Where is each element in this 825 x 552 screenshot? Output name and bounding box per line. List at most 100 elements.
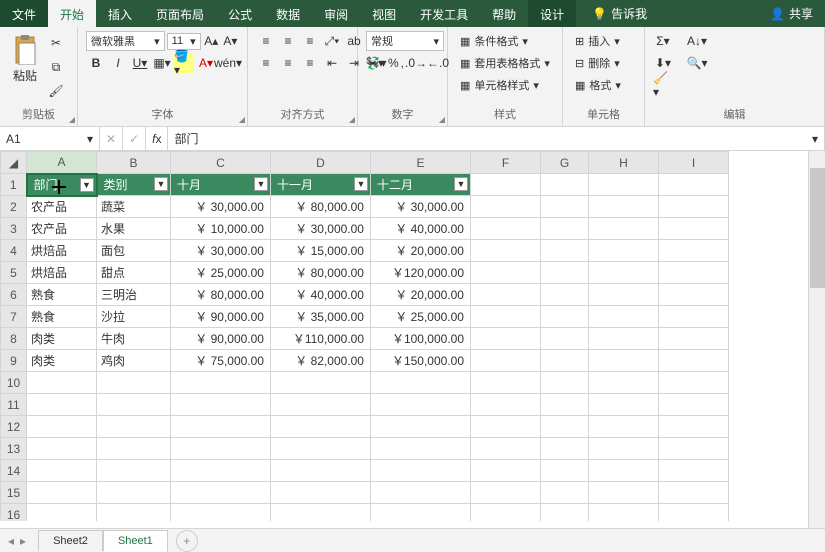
cell-G14[interactable] (541, 460, 589, 482)
decrease-indent-button[interactable]: ⇤ (322, 53, 342, 73)
cell-H13[interactable] (589, 438, 659, 460)
autosum-button[interactable]: Σ▾ (653, 31, 673, 51)
cell-A3[interactable]: 农产品 (27, 218, 97, 240)
sort-filter-button[interactable]: A↓▾ (683, 31, 711, 51)
cell-H15[interactable] (589, 482, 659, 504)
cell-A11[interactable] (27, 394, 97, 416)
cell-D7[interactable]: ￥ 35,000.00 (271, 306, 371, 328)
cell-C13[interactable] (171, 438, 271, 460)
cell-H6[interactable] (589, 284, 659, 306)
underline-button[interactable]: U▾ (130, 53, 150, 73)
cell-B1[interactable]: 类别▼ (97, 174, 171, 196)
cell-I13[interactable] (659, 438, 729, 460)
row-header-4[interactable]: 4 (1, 240, 27, 262)
cell-D6[interactable]: ￥ 40,000.00 (271, 284, 371, 306)
cell-H4[interactable] (589, 240, 659, 262)
sheet-nav[interactable]: ◂▸ (8, 534, 38, 548)
fill-button[interactable]: ⬇▾ (653, 53, 673, 73)
row-header-14[interactable]: 14 (1, 460, 27, 482)
cell-A13[interactable] (27, 438, 97, 460)
filter-dropdown-icon[interactable]: ▼ (454, 177, 468, 191)
cancel-formula-button[interactable]: ✕ (100, 127, 123, 150)
cell-I10[interactable] (659, 372, 729, 394)
cell-D4[interactable]: ￥ 15,000.00 (271, 240, 371, 262)
tab-file[interactable]: 文件 (0, 0, 48, 27)
cell-B3[interactable]: 水果 (97, 218, 171, 240)
cell-A14[interactable] (27, 460, 97, 482)
cell-B15[interactable] (97, 482, 171, 504)
align-middle-button[interactable]: ≡ (278, 31, 298, 51)
currency-button[interactable]: 💱▾ (366, 53, 386, 73)
cell-H10[interactable] (589, 372, 659, 394)
cell-A15[interactable] (27, 482, 97, 504)
decrease-font-button[interactable]: A▾ (222, 31, 239, 51)
cell-F8[interactable] (471, 328, 541, 350)
insert-function-button[interactable]: fx (146, 127, 168, 150)
increase-decimal-button[interactable]: .0→ (406, 53, 426, 73)
clear-button[interactable]: 🧹▾ (653, 75, 673, 95)
cell-I14[interactable] (659, 460, 729, 482)
cell-E6[interactable]: ￥ 20,000.00 (371, 284, 471, 306)
cell-F5[interactable] (471, 262, 541, 284)
col-header-D[interactable]: D (271, 152, 371, 174)
cell-E10[interactable] (371, 372, 471, 394)
comma-button[interactable]: , (401, 53, 404, 73)
cell-H8[interactable] (589, 328, 659, 350)
tab-page-layout[interactable]: 页面布局 (144, 0, 216, 27)
fill-color-button[interactable]: 🪣▾ (174, 53, 194, 73)
row-header-1[interactable]: 1 (1, 174, 27, 196)
col-header-E[interactable]: E (371, 152, 471, 174)
cell-I9[interactable] (659, 350, 729, 372)
align-top-button[interactable]: ≡ (256, 31, 276, 51)
row-header-16[interactable]: 16 (1, 504, 27, 522)
cell-C16[interactable] (171, 504, 271, 522)
cell-A1[interactable]: 部门▼ (27, 174, 97, 196)
row-header-15[interactable]: 15 (1, 482, 27, 504)
cell-E1[interactable]: 十二月▼ (371, 174, 471, 196)
cell-B4[interactable]: 面包 (97, 240, 171, 262)
italic-button[interactable]: I (108, 53, 128, 73)
cell-A16[interactable] (27, 504, 97, 522)
cell-H5[interactable] (589, 262, 659, 284)
cell-G6[interactable] (541, 284, 589, 306)
vertical-scrollbar[interactable] (808, 151, 825, 528)
enter-formula-button[interactable]: ✓ (123, 127, 146, 150)
tab-formulas[interactable]: 公式 (216, 0, 264, 27)
cell-E2[interactable]: ￥ 30,000.00 (371, 196, 471, 218)
increase-font-button[interactable]: A▴ (203, 31, 220, 51)
cell-C10[interactable] (171, 372, 271, 394)
row-header-5[interactable]: 5 (1, 262, 27, 284)
cell-G1[interactable] (541, 174, 589, 196)
number-format-select[interactable]: 常规▾ (366, 31, 444, 51)
name-box[interactable]: A1▾ (0, 127, 100, 150)
add-sheet-button[interactable]: + (176, 530, 198, 552)
cell-I3[interactable] (659, 218, 729, 240)
cell-B14[interactable] (97, 460, 171, 482)
cell-C8[interactable]: ￥ 90,000.00 (171, 328, 271, 350)
table-format-button[interactable]: ▦套用表格格式▾ (456, 53, 554, 73)
cell-C7[interactable]: ￥ 90,000.00 (171, 306, 271, 328)
cell-G9[interactable] (541, 350, 589, 372)
cell-I8[interactable] (659, 328, 729, 350)
col-header-I[interactable]: I (659, 152, 729, 174)
cell-G12[interactable] (541, 416, 589, 438)
cell-H7[interactable] (589, 306, 659, 328)
tab-home[interactable]: 开始 (48, 0, 96, 27)
copy-button[interactable]: ⧉ (46, 57, 66, 77)
cell-A2[interactable]: 农产品 (27, 196, 97, 218)
cell-C6[interactable]: ￥ 80,000.00 (171, 284, 271, 306)
cell-G4[interactable] (541, 240, 589, 262)
cell-E8[interactable]: ￥100,000.00 (371, 328, 471, 350)
cell-D15[interactable] (271, 482, 371, 504)
cell-D2[interactable]: ￥ 80,000.00 (271, 196, 371, 218)
tab-view[interactable]: 视图 (360, 0, 408, 27)
cell-B12[interactable] (97, 416, 171, 438)
cell-D10[interactable] (271, 372, 371, 394)
tell-me[interactable]: 💡 告诉我 (584, 0, 655, 27)
expand-formula-bar[interactable]: ▾ (806, 127, 825, 150)
filter-dropdown-icon[interactable]: ▼ (80, 178, 94, 192)
cell-I5[interactable] (659, 262, 729, 284)
filter-dropdown-icon[interactable]: ▼ (354, 177, 368, 191)
cell-A7[interactable]: 熟食 (27, 306, 97, 328)
cell-C5[interactable]: ￥ 25,000.00 (171, 262, 271, 284)
